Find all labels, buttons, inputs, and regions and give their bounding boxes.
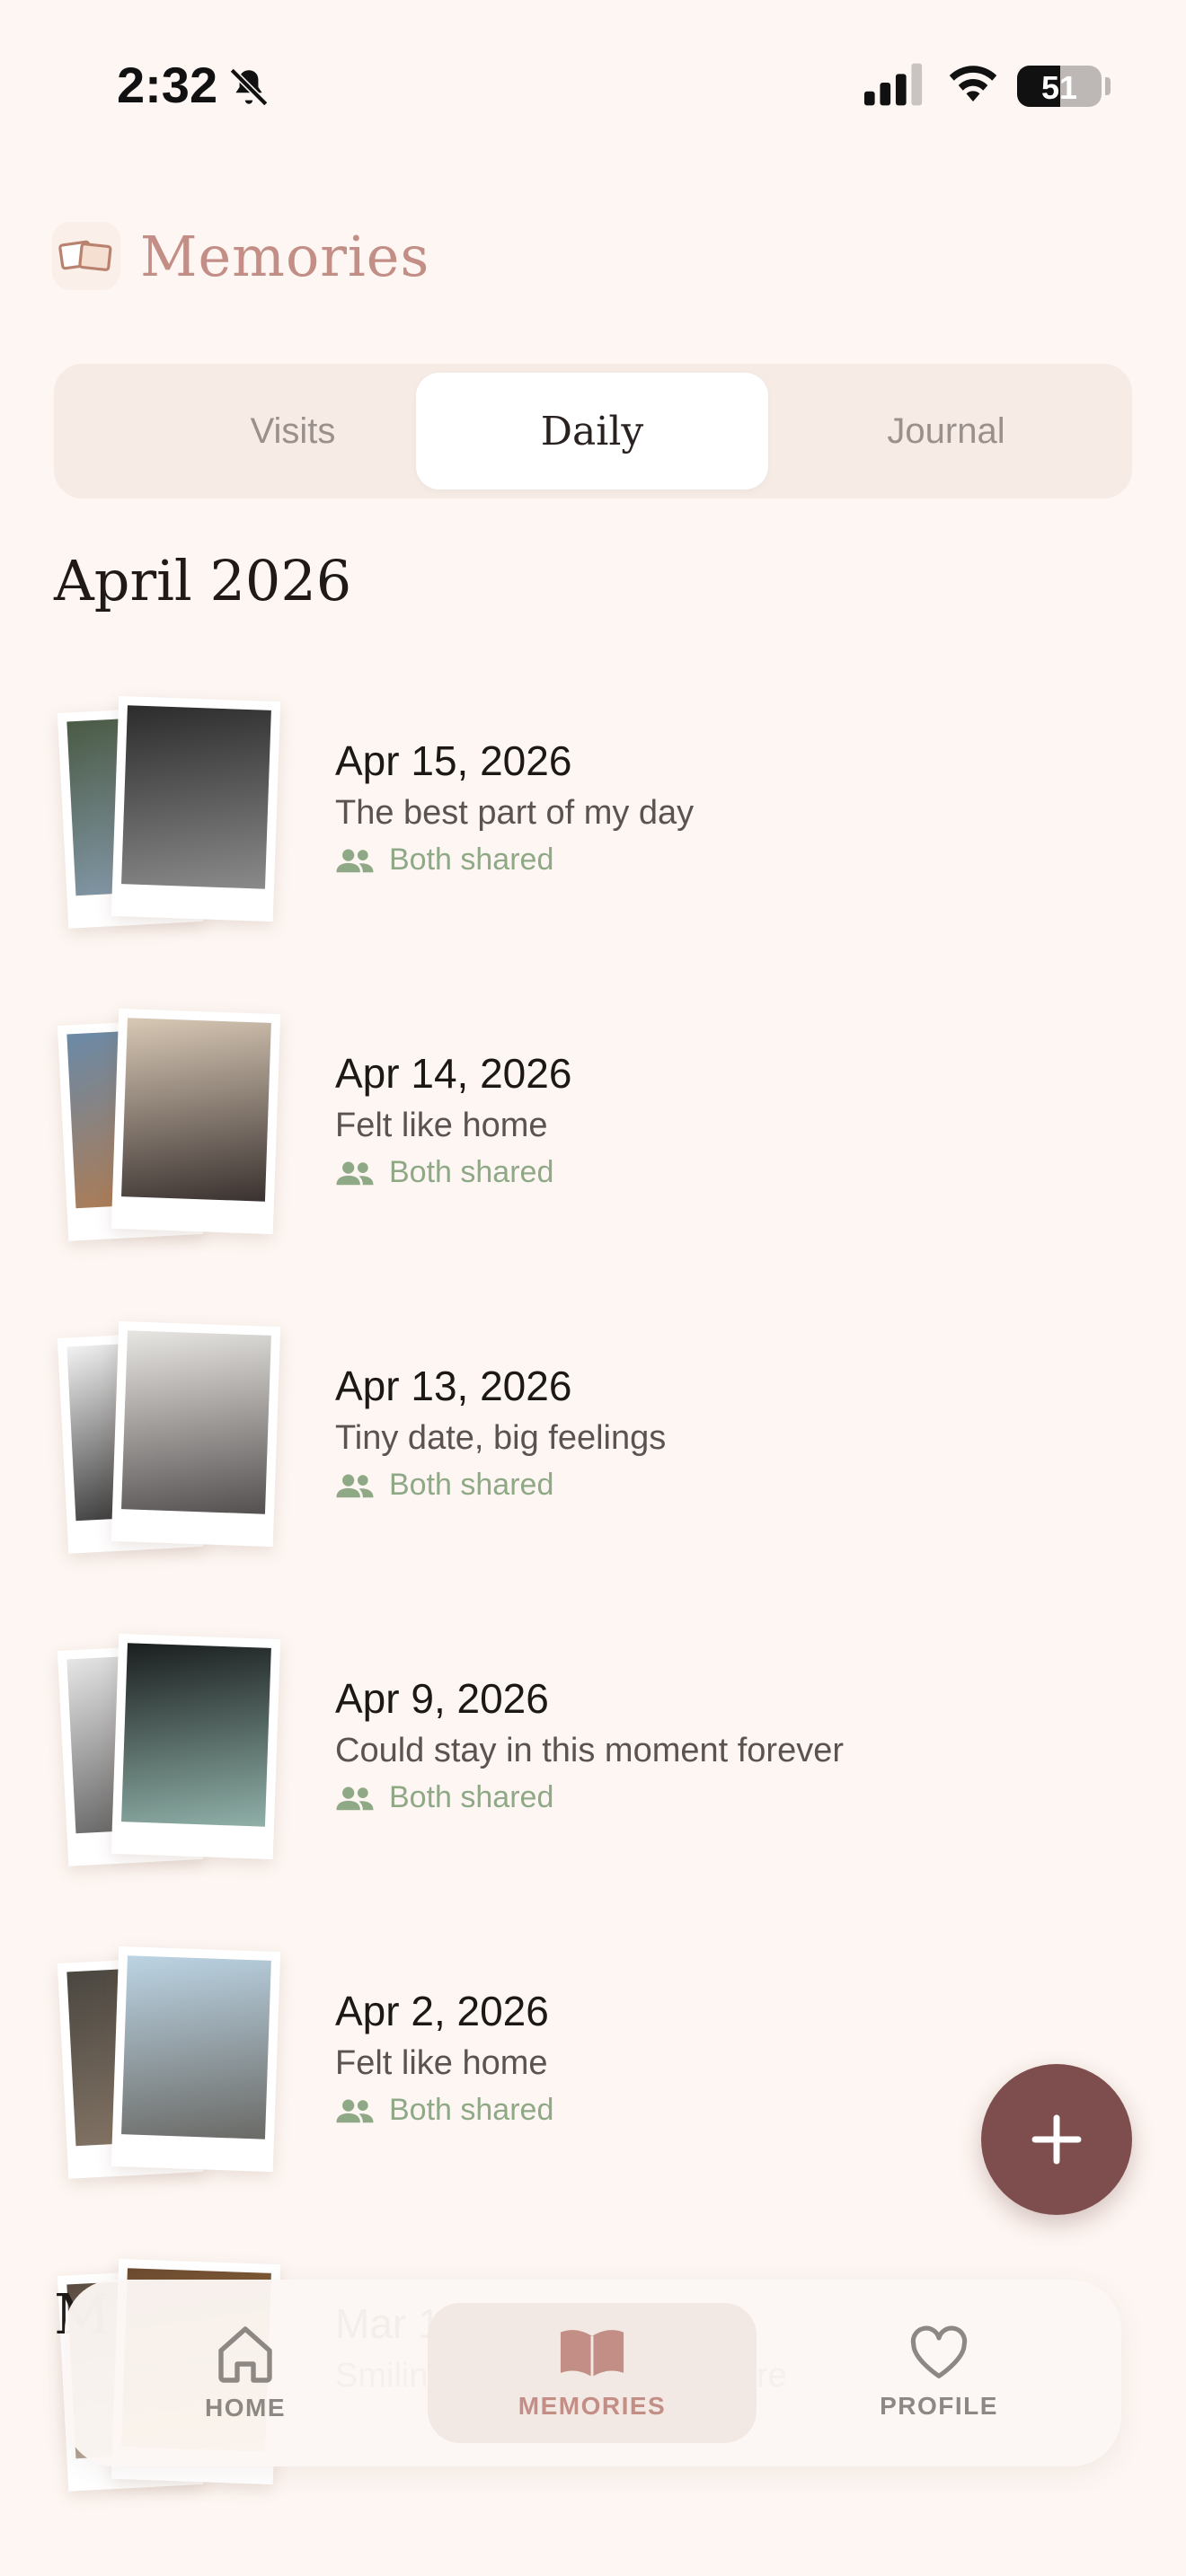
entry-date: Apr 2, 2026 [335,1988,549,2034]
page-title: Memories [140,223,430,289]
plus-icon [1031,2114,1082,2165]
month-heading: April 2026 [54,548,352,613]
wifi-icon [949,66,997,101]
memory-entry[interactable]: Apr 2, 2026 Felt like home Both shared [54,1945,1132,2192]
people-icon [336,1474,374,1497]
people-icon [336,849,374,872]
photo-stack [54,1633,296,1879]
photo-front [111,1945,281,2173]
entry-caption: Felt like home [335,2044,548,2082]
tab-memories[interactable]: MEMORIES [428,2303,757,2443]
bell-slash-icon [229,67,269,107]
view-segmented-control: Visits Daily Journal [54,364,1132,498]
tab-daily[interactable]: Daily [416,373,768,490]
status-time: 2:32 [117,57,218,113]
shared-status: Both shared [335,1155,553,1190]
shared-status: Both shared [335,1780,553,1815]
photo-front [111,1320,281,1548]
memory-entry[interactable]: Apr 9, 2026 Could stay in this moment for… [54,1633,1132,1879]
tab-profile[interactable]: PROFILE [774,2303,1103,2443]
tab-home-label: HOME [205,2394,286,2422]
shared-label: Both shared [389,842,554,877]
memory-entry[interactable]: Apr 13, 2026 Tiny date, big feelings Both … [54,1320,1132,1566]
shared-status: Both shared [335,1468,553,1503]
shared-label: Both shared [389,1780,554,1814]
entry-caption: The best part of my day [335,794,695,832]
entry-date: Apr 13, 2026 [335,1363,572,1409]
memory-entry[interactable]: Apr 15, 2026 The best part of my day Both … [54,695,1132,941]
cellular-signal-icon [863,63,923,106]
shared-status: Both shared [335,842,553,878]
photo-front [111,695,281,922]
entry-caption: Could stay in this moment forever [335,1732,845,1769]
shared-status: Both shared [335,2093,553,2128]
people-icon [336,1786,374,1810]
tab-profile-label: PROFILE [880,2392,998,2420]
photo-stack [54,1008,296,1254]
photo-front [111,1633,281,1860]
battery-indicator: 51 [1017,66,1102,107]
battery-cap [1105,77,1111,95]
memory-entry[interactable]: Apr 14, 2026 Felt like home Both shared [54,1008,1132,1254]
entry-date: Apr 9, 2026 [335,1675,549,1722]
entry-date: Apr 14, 2026 [335,1050,572,1097]
book-icon [560,2330,624,2378]
photo-front [111,1008,281,1235]
entry-caption: Felt like home [335,1107,548,1144]
entry-date: Apr 15, 2026 [335,737,572,784]
battery-percent: 51 [1040,69,1078,106]
photos-icon [52,222,120,290]
heart-icon [910,2325,968,2378]
tab-journal[interactable]: Journal [770,373,1122,490]
tab-home[interactable]: HOME [81,2303,410,2443]
photo-stack [54,1320,296,1566]
add-memory-button[interactable] [981,2064,1132,2215]
shared-label: Both shared [389,1468,554,1502]
people-icon [336,1161,374,1185]
status-bar: 2:32 51 [0,0,1186,171]
entry-caption: Tiny date, big feelings [335,1419,667,1457]
photo-stack [54,1945,296,2192]
shared-label: Both shared [389,2093,554,2127]
tab-memories-label: MEMORIES [518,2392,667,2420]
shared-label: Both shared [389,1155,554,1189]
bottom-tab-bar: HOME MEMORIES PROFILE [65,2280,1121,2466]
home-icon [218,2326,272,2383]
photo-stack [54,695,296,941]
page-header: Memories [52,216,429,296]
people-icon [336,2099,374,2122]
